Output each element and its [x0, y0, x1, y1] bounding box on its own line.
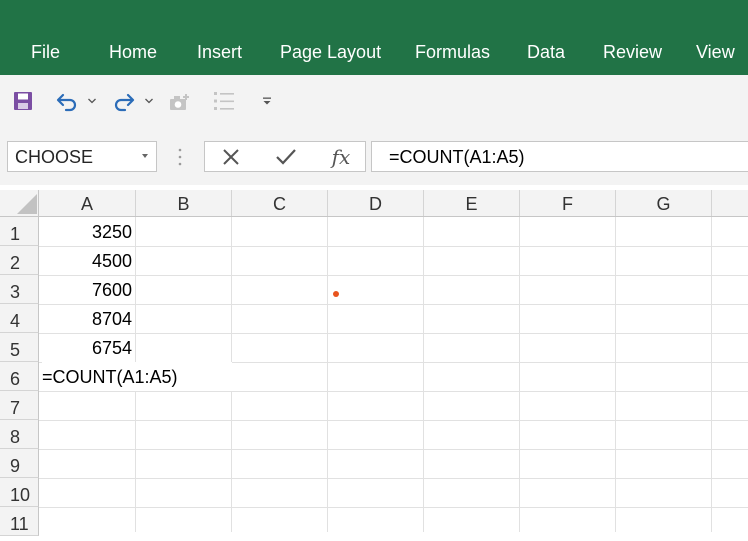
redo-dropdown-icon[interactable] — [143, 75, 155, 127]
gridline — [327, 217, 328, 532]
column-header-row: A B C D E F G — [0, 190, 748, 217]
save-icon[interactable] — [10, 75, 36, 127]
name-box-value: CHOOSE — [15, 147, 94, 167]
insert-function-button[interactable]: fx — [323, 142, 359, 171]
chevron-down-icon[interactable] — [142, 154, 148, 158]
tab-file[interactable]: File — [31, 41, 60, 63]
formula-buttons: fx — [204, 141, 366, 172]
tab-formulas[interactable]: Formulas — [415, 41, 490, 63]
row-header-10[interactable]: 10 — [0, 478, 39, 507]
gridline — [519, 217, 520, 532]
ribbon: File Home Insert Page Layout Formulas Da… — [0, 0, 748, 75]
cell-a4[interactable]: 8704 — [39, 304, 136, 333]
gridline — [39, 391, 748, 392]
cell-a5[interactable]: 6754 — [39, 333, 136, 362]
tab-insert[interactable]: Insert — [197, 41, 242, 63]
name-box[interactable]: CHOOSE — [7, 141, 157, 172]
column-header-b[interactable]: B — [136, 190, 232, 216]
tab-page-layout[interactable]: Page Layout — [280, 41, 381, 63]
tab-view[interactable]: View — [696, 41, 735, 63]
row-header-5[interactable]: 5 — [0, 333, 39, 362]
row-header-2[interactable]: 2 — [0, 246, 39, 275]
column-header-d[interactable]: D — [328, 190, 424, 216]
gridline — [39, 333, 748, 334]
camera-icon[interactable] — [166, 75, 194, 127]
column-header-h[interactable] — [712, 190, 748, 216]
column-header-f[interactable]: F — [520, 190, 616, 216]
gridline — [39, 304, 748, 305]
quick-access-toolbar — [0, 75, 748, 127]
undo-dropdown-icon[interactable] — [86, 75, 98, 127]
close-icon[interactable] — [213, 142, 249, 171]
formula-text: =COUNT(A1:A5) — [389, 147, 525, 167]
gridline — [39, 449, 748, 450]
gridline — [39, 275, 748, 276]
list-icon[interactable] — [210, 75, 238, 127]
gridline — [39, 246, 748, 247]
tab-home[interactable]: Home — [109, 41, 157, 63]
row-header-1[interactable]: 1 — [0, 217, 39, 246]
formula-input[interactable]: =COUNT(A1:A5) — [371, 141, 748, 172]
row-header-3[interactable]: 3 — [0, 275, 39, 304]
row-header-6[interactable]: 6 — [0, 362, 39, 391]
cell-a1[interactable]: 3250 — [39, 217, 136, 246]
customize-toolbar-icon[interactable] — [261, 75, 273, 127]
row-header-8[interactable]: 8 — [0, 420, 39, 449]
tab-review[interactable]: Review — [603, 41, 662, 63]
cursor-marker — [333, 291, 339, 297]
column-header-g[interactable]: G — [616, 190, 712, 216]
column-header-c[interactable]: C — [232, 190, 328, 216]
column-header-e[interactable]: E — [424, 190, 520, 216]
row-header-9[interactable]: 9 — [0, 449, 39, 478]
tab-data[interactable]: Data — [527, 41, 565, 63]
undo-icon[interactable] — [53, 75, 81, 127]
gridline — [711, 217, 712, 532]
drag-handle-icon[interactable] — [177, 147, 183, 167]
gridline — [423, 217, 424, 532]
cell-a3[interactable]: 7600 — [39, 275, 136, 304]
redo-icon[interactable] — [110, 75, 138, 127]
gridline — [39, 507, 748, 508]
row-header-4[interactable]: 4 — [0, 304, 39, 333]
cell-a6[interactable]: =COUNT(A1:A5) — [42, 362, 232, 391]
gridline — [39, 478, 748, 479]
check-icon[interactable] — [268, 142, 304, 171]
column-header-a[interactable]: A — [39, 190, 136, 216]
gridline — [39, 420, 748, 421]
gridline — [615, 217, 616, 532]
select-all-button[interactable] — [0, 190, 39, 216]
row-header-7[interactable]: 7 — [0, 391, 39, 420]
cell-a2[interactable]: 4500 — [39, 246, 136, 275]
